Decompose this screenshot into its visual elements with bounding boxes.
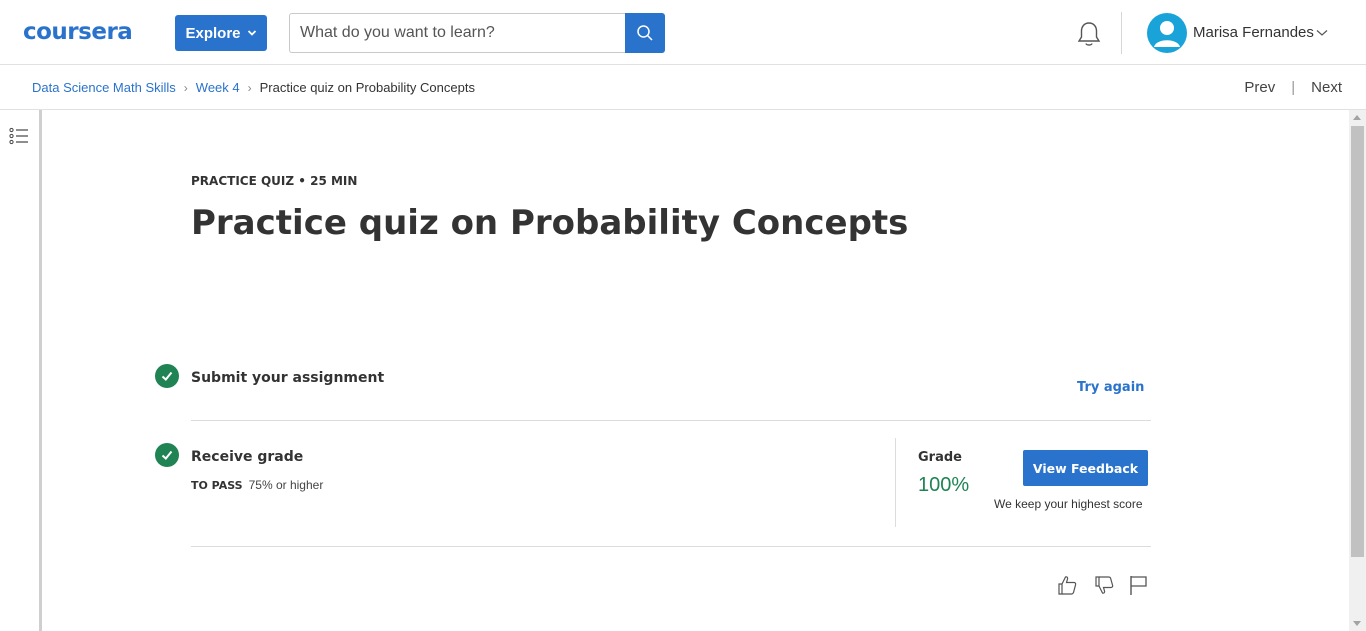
check-icon [155, 443, 179, 467]
header-divider [1121, 12, 1122, 54]
quiz-meta: PRACTICE QUIZ • 25 MIN [191, 174, 358, 188]
highest-score-note: We keep your highest score [994, 497, 1143, 511]
explore-button[interactable]: Explore [175, 15, 267, 51]
page-title: Practice quiz on Probability Concepts [191, 203, 909, 243]
avatar[interactable] [1147, 13, 1187, 53]
breadcrumb-week-link[interactable]: Week 4 [196, 80, 240, 95]
grade-label: Grade [918, 450, 962, 465]
notification-bell-icon[interactable] [1076, 20, 1102, 48]
top-header: coursera Explore Marisa Fernandes [0, 0, 1366, 65]
breadcrumb-current: Practice quiz on Probability Concepts [259, 80, 475, 95]
breadcrumb: Data Science Math Skills › Week 4 › Prac… [32, 80, 475, 95]
to-pass-requirement: TO PASS 75% or higher [191, 478, 323, 492]
left-rail [0, 110, 42, 631]
flag-icon[interactable] [1128, 574, 1150, 596]
next-link[interactable]: Next [1311, 79, 1342, 96]
scroll-thumb[interactable] [1351, 126, 1364, 557]
to-pass-value: 75% or higher [248, 478, 324, 492]
prev-link[interactable]: Prev [1244, 79, 1275, 96]
vertical-scrollbar[interactable] [1349, 110, 1366, 631]
scroll-down-arrow-icon[interactable] [1353, 621, 1361, 626]
divider [191, 420, 1151, 421]
search-input[interactable] [289, 13, 626, 53]
search-icon [637, 25, 653, 41]
view-feedback-button[interactable]: View Feedback [1023, 450, 1148, 486]
breadcrumb-course-link[interactable]: Data Science Math Skills [32, 80, 176, 95]
to-pass-label: TO PASS [191, 479, 243, 492]
search-button[interactable] [625, 13, 665, 53]
submit-assignment-step: Submit your assignment [191, 370, 385, 386]
nav-separator: | [1291, 79, 1296, 96]
check-icon [155, 364, 179, 388]
try-again-link[interactable]: Try again [1077, 380, 1144, 395]
grade-divider [895, 438, 896, 527]
divider [191, 546, 1151, 547]
outline-list-icon[interactable] [9, 127, 29, 145]
scroll-up-arrow-icon[interactable] [1353, 115, 1361, 120]
user-menu-chevron-icon[interactable] [1316, 28, 1328, 38]
explore-label: Explore [185, 24, 241, 42]
user-icon [1154, 21, 1180, 47]
user-name[interactable]: Marisa Fernandes [1193, 24, 1314, 41]
chevron-down-icon [247, 30, 256, 36]
thumbs-down-icon[interactable] [1093, 574, 1115, 596]
thumbs-up-icon[interactable] [1056, 574, 1078, 596]
breadcrumb-separator-icon: › [183, 80, 188, 95]
receive-grade-step: Receive grade [191, 449, 304, 465]
breadcrumb-bar: Data Science Math Skills › Week 4 › Prac… [0, 65, 1366, 110]
grade-value: 100% [918, 474, 970, 496]
prev-next-nav: Prev | Next [1244, 79, 1342, 96]
coursera-logo[interactable]: coursera [23, 19, 133, 45]
breadcrumb-separator-icon: › [247, 80, 252, 95]
